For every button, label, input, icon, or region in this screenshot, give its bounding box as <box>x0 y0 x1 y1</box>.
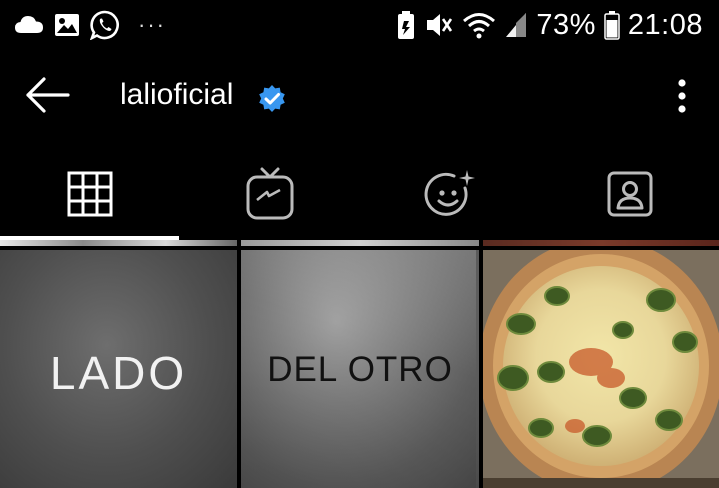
post-caption-text: LADO <box>49 347 188 399</box>
profile-tabs <box>0 148 719 240</box>
battery-percent: 73% <box>536 8 596 41</box>
verified-badge-icon <box>259 85 285 112</box>
grid-divider <box>479 240 483 488</box>
profile-username: lalioficial <box>120 78 234 111</box>
previous-row-thumbnail[interactable] <box>0 240 237 246</box>
previous-row-thumbnail[interactable] <box>483 240 719 246</box>
more-vertical-icon[interactable] <box>668 76 696 116</box>
more-notifications-icon: ··· <box>138 12 166 37</box>
tagged-user-icon <box>607 171 652 217</box>
mute-icon <box>427 14 453 36</box>
clock: 21:08 <box>627 8 703 41</box>
grid-icon <box>67 171 112 217</box>
post-quiche[interactable] <box>483 250 719 488</box>
status-bar-right: 73% 21:08 <box>396 6 703 44</box>
tab-grid[interactable] <box>0 148 179 240</box>
arrow-left-icon[interactable] <box>18 70 78 120</box>
grid-divider <box>237 240 241 488</box>
tab-effects[interactable] <box>360 148 539 240</box>
image-icon <box>55 14 79 36</box>
igtv-icon <box>246 167 293 220</box>
posts-grid: LADO DEL OTRO <box>0 240 719 488</box>
tab-igtv[interactable] <box>180 148 359 240</box>
profile-header: lalioficial <box>0 48 719 148</box>
previous-row-thumbnail[interactable] <box>241 240 479 246</box>
effects-face-icon <box>424 170 475 216</box>
battery-saver-icon <box>398 11 415 39</box>
post-del-otro[interactable]: DEL OTRO <box>241 250 479 488</box>
whatsapp-icon <box>90 10 119 40</box>
battery-icon <box>604 11 620 40</box>
signal-icon <box>506 13 527 37</box>
post-lado[interactable]: LADO <box>0 250 237 488</box>
quiche-photo <box>483 250 719 488</box>
post-caption-text: DEL OTRO <box>267 350 453 389</box>
wifi-icon <box>463 13 496 39</box>
status-bar: ··· 73% 21:08 <box>0 0 719 48</box>
cloud-icon <box>15 16 43 33</box>
tab-tagged[interactable] <box>540 148 719 240</box>
status-bar-left: ··· <box>14 8 166 42</box>
